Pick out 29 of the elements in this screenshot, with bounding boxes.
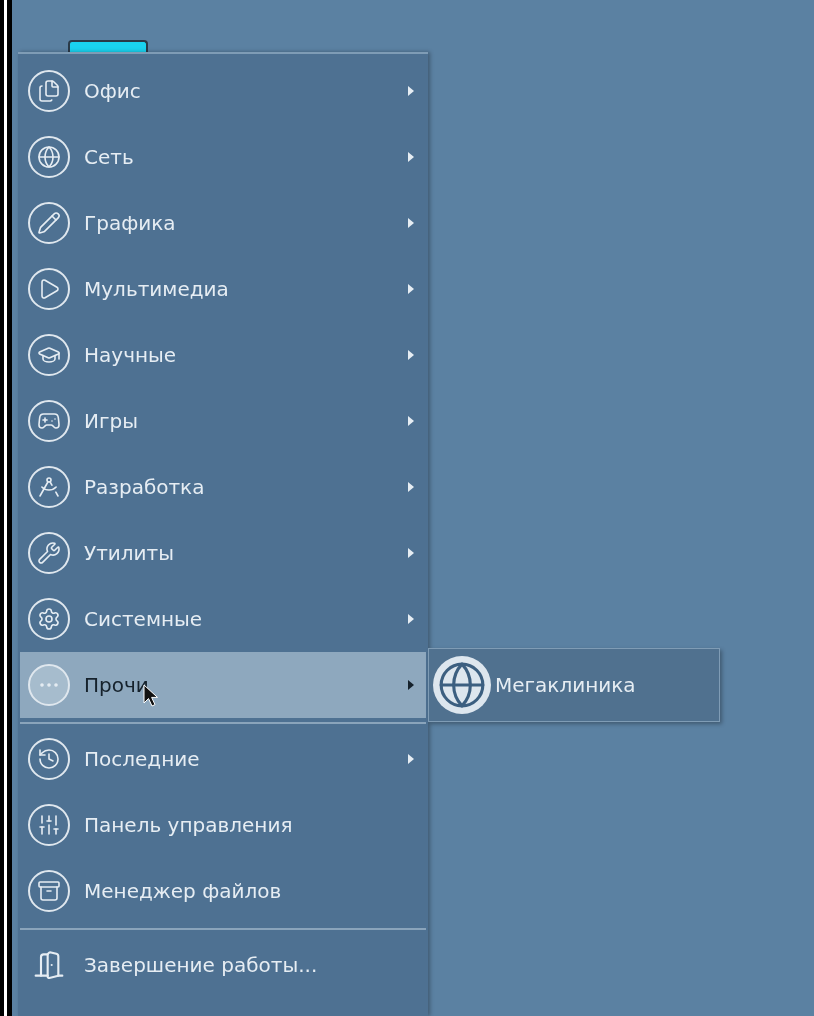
history-icon (28, 738, 70, 780)
menu-item[interactable]: Завершение работы... (20, 932, 426, 998)
menu-item[interactable]: Игры (20, 388, 426, 454)
files-icon (28, 70, 70, 112)
compass-icon (28, 466, 70, 508)
menu-item[interactable]: Мультимедиа (20, 256, 426, 322)
menu-item[interactable]: Системные (20, 586, 426, 652)
ellipsis-icon (28, 664, 70, 706)
globe-icon (28, 136, 70, 178)
settings-icon (28, 598, 70, 640)
menu-item[interactable]: Прочи (20, 652, 426, 718)
menu-item[interactable]: Графика (20, 190, 426, 256)
gamepad-icon (28, 400, 70, 442)
play-icon (28, 268, 70, 310)
menu-item[interactable]: Последние (20, 726, 426, 792)
submenu-item[interactable]: Мегаклиника (433, 653, 715, 717)
menu-item[interactable]: Панель управления (20, 792, 426, 858)
sliders-icon (28, 804, 70, 846)
pencil-icon (28, 202, 70, 244)
menu-item[interactable]: Утилиты (20, 520, 426, 586)
graduation-cap-icon (28, 334, 70, 376)
menu-item[interactable]: Разработка (20, 454, 426, 520)
wrench-icon (28, 532, 70, 574)
archive-icon (28, 870, 70, 912)
menu-item[interactable]: Менеджер файлов (20, 858, 426, 924)
menu-item[interactable]: Научные (20, 322, 426, 388)
globe-logo-icon (433, 656, 491, 714)
menu-item[interactable]: Офис (20, 58, 426, 124)
menu-item[interactable]: Сеть (20, 124, 426, 190)
